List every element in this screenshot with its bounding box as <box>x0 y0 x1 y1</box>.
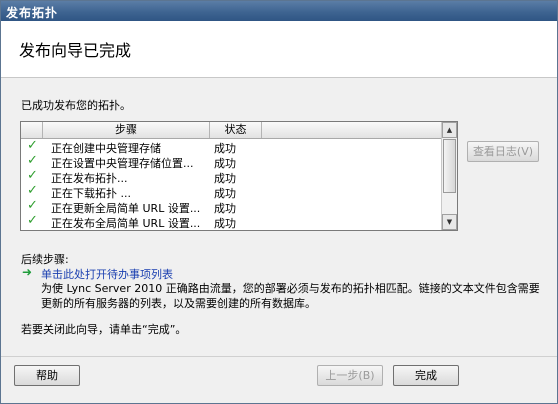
status-text: 成功 <box>214 217 236 230</box>
table-row[interactable]: ✓ 正在下载拓扑 ... 成功 <box>21 183 441 200</box>
header-check-column <box>21 122 43 138</box>
scroll-down-arrow-icon[interactable]: ▼ <box>442 214 457 230</box>
column-header-status[interactable]: 状态 <box>210 122 262 138</box>
wizard-heading: 发布向导已完成 <box>19 41 132 60</box>
view-log-button[interactable]: 查看日志(V) <box>467 141 539 162</box>
publish-topology-window: 发布拓扑 发布向导已完成 已成功发布您的拓扑。 步骤 状态 ✓ 正在创建中央管理… <box>0 0 558 404</box>
success-check-icon: ✓ <box>27 213 38 228</box>
intro-text: 已成功发布您的拓扑。 <box>21 99 131 112</box>
table-rows: ✓ 正在创建中央管理存储 成功 ✓ 正在设置中央管理存储位置... 成功 ✓ 正… <box>21 138 441 230</box>
window-title: 发布拓扑 <box>6 6 59 20</box>
arrow-right-icon: ➜ <box>22 265 33 279</box>
finish-button[interactable]: 完成 <box>393 365 459 386</box>
footer-divider <box>1 356 557 357</box>
help-button[interactable]: 帮助 <box>14 365 80 386</box>
column-header-filler <box>262 122 441 138</box>
table-scrollbar[interactable]: ▲ ▼ <box>441 122 457 230</box>
table-row[interactable]: ✓ 正在更新全局简单 URL 设置... 成功 <box>21 198 441 215</box>
table-row[interactable]: ✓ 正在发布拓扑... 成功 <box>21 168 441 185</box>
table-row[interactable]: ✓ 正在设置中央管理存储位置... 成功 <box>21 153 441 170</box>
success-check-icon: ✓ <box>27 138 38 153</box>
success-check-icon: ✓ <box>27 153 38 168</box>
back-button[interactable]: 上一步(B) <box>317 365 383 386</box>
steps-table: 步骤 状态 ✓ 正在创建中央管理存储 成功 ✓ 正在设置中央管理存储位置... … <box>20 121 458 231</box>
success-check-icon: ✓ <box>27 183 38 198</box>
column-header-step[interactable]: 步骤 <box>43 122 210 138</box>
next-steps-description: 为使 Lync Server 2010 正确路由流量，您的部署必须与发布的拓扑相… <box>41 282 540 310</box>
step-text: 正在发布全局简单 URL 设置... <box>51 217 201 230</box>
scroll-up-arrow-icon[interactable]: ▲ <box>442 122 457 138</box>
wizard-header: 发布向导已完成 <box>1 21 557 78</box>
scroll-thumb[interactable] <box>443 139 456 193</box>
todo-list-link[interactable]: 单击此处打开待办事项列表 <box>41 266 173 282</box>
success-check-icon: ✓ <box>27 198 38 213</box>
success-check-icon: ✓ <box>27 168 38 183</box>
table-row[interactable]: ✓ 正在发布全局简单 URL 设置... 成功 <box>21 213 441 230</box>
table-header: 步骤 状态 <box>21 122 441 139</box>
table-row[interactable]: ✓ 正在创建中央管理存储 成功 <box>21 138 441 155</box>
title-bar[interactable]: 发布拓扑 <box>1 1 557 21</box>
close-hint-text: 若要关闭此向导，请单击“完成”。 <box>21 323 187 336</box>
